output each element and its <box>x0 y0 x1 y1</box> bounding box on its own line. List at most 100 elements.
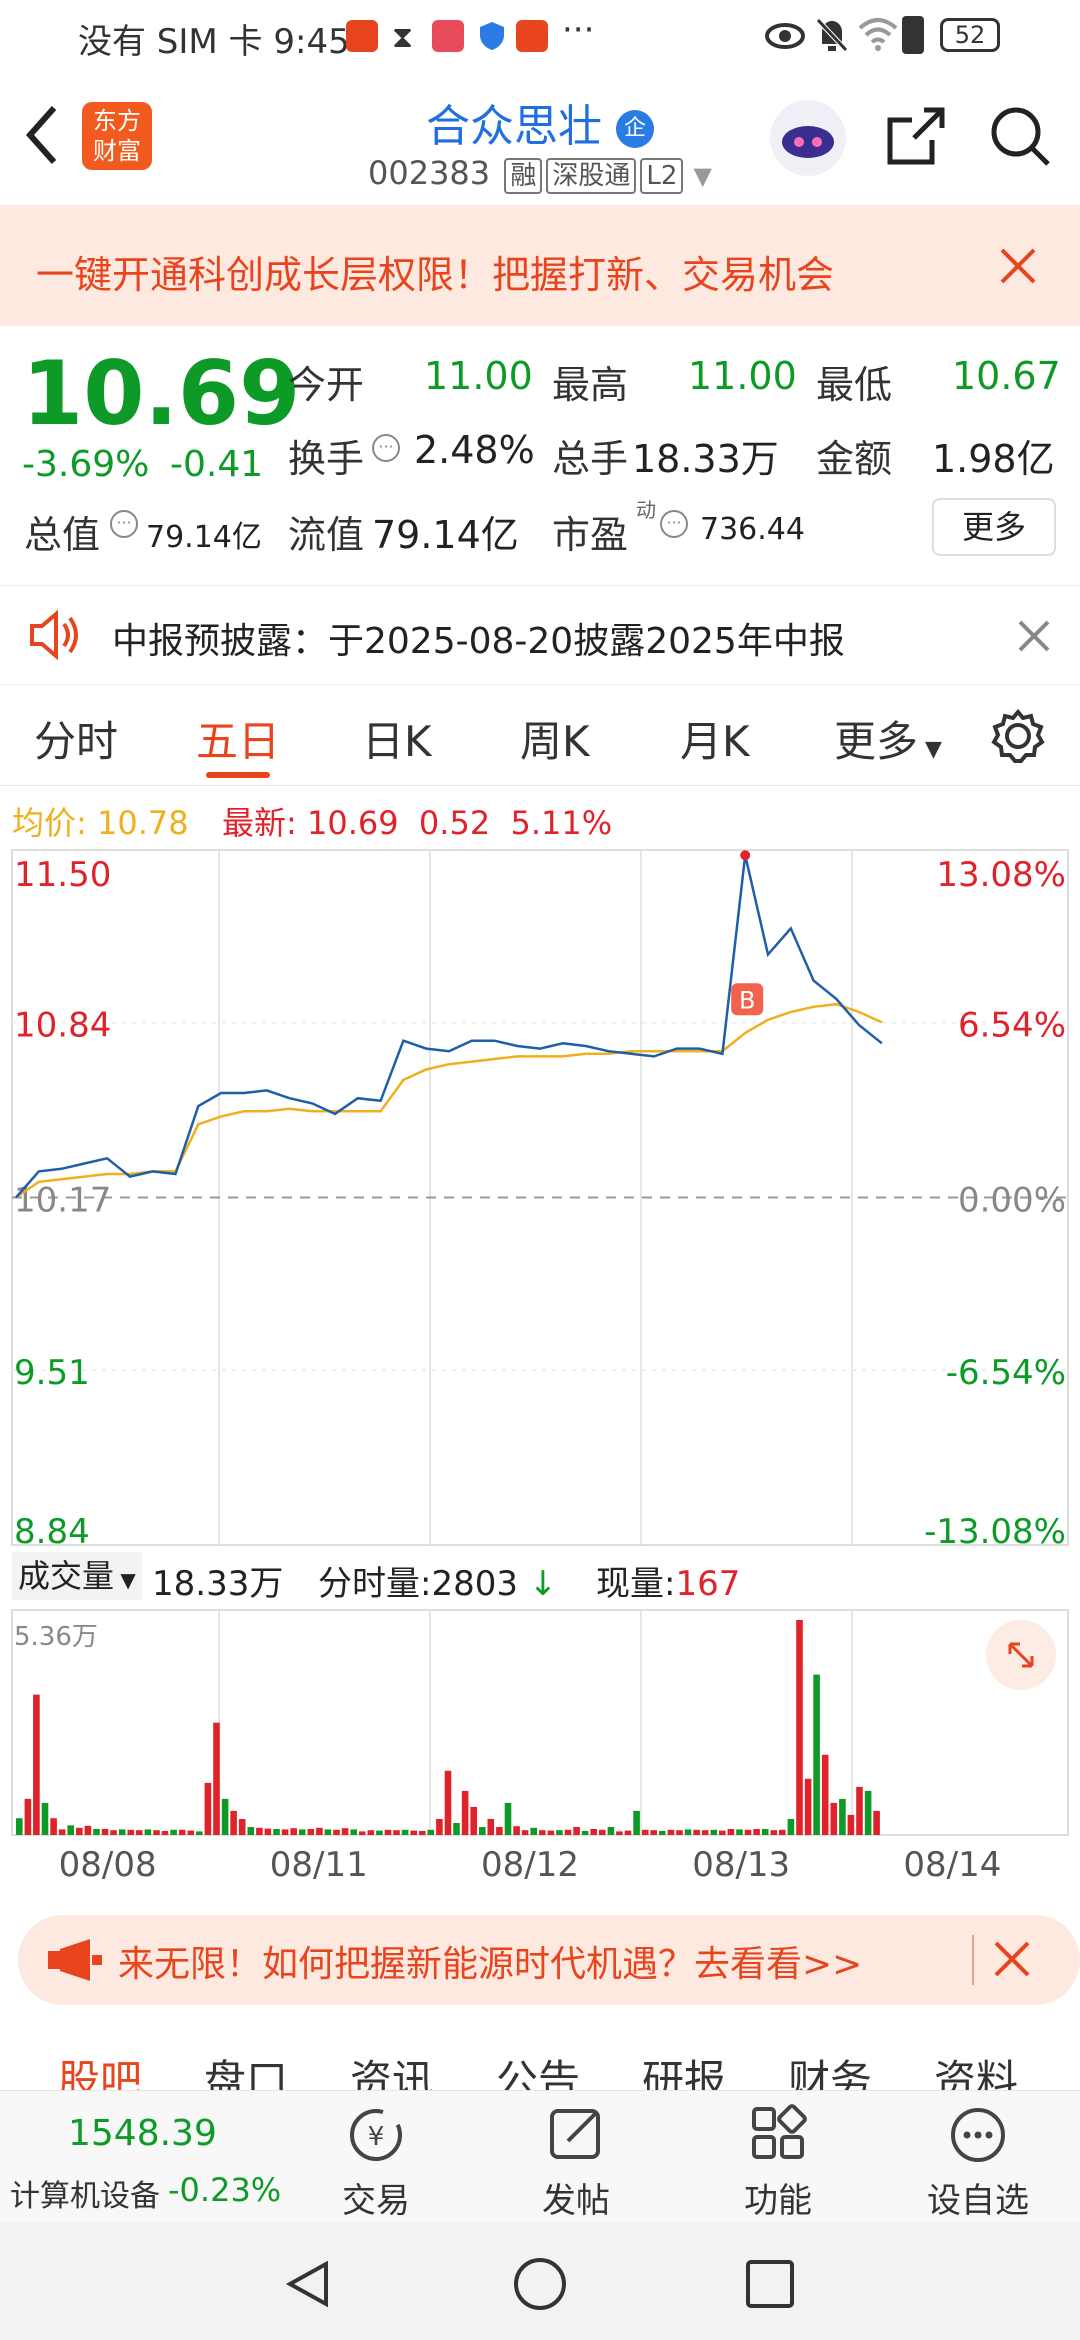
volume-bar <box>444 1770 452 1835</box>
add-watchlist-button[interactable]: 设自选 <box>908 2091 1048 2223</box>
stock-header: 东方 财富 合众思壮 企 002383 融深股通 L2 ▼ <box>0 72 1080 206</box>
amount-value: 1.98亿 <box>932 437 1055 481</box>
post-button[interactable]: 发帖 <box>506 2091 646 2223</box>
volume-bar <box>736 1829 743 1835</box>
volume-bar <box>624 1830 632 1835</box>
bottom-toolbar: 1548.39 计算机设备 -0.23% ¥ 交易 发帖 功能 设自选 <box>0 2090 1080 2222</box>
volume-bar <box>16 1818 23 1835</box>
volume-bar <box>93 1829 100 1835</box>
shield-icon <box>476 20 508 52</box>
chart-canvas[interactable]: 11.50 13.08% 10.84 6.54% 10.17 0.00% 9.51 -6.54… <box>0 790 1080 1900</box>
volume-bar <box>401 1829 409 1835</box>
market-cap-label: 总值 <box>24 513 101 557</box>
avg-price-line <box>15 1002 883 1199</box>
volume-bar <box>161 1831 169 1835</box>
five-day-chart[interactable]: 均价: 10.78 最新: 10.69 0.52 5.11% 11.50 13.0… <box>0 790 1080 1900</box>
trade-button[interactable]: ¥ 交易 <box>306 2091 446 2223</box>
battery-icon: 52 <box>940 18 1000 52</box>
volume-bar <box>830 1802 838 1835</box>
volume-bar <box>581 1831 589 1835</box>
search-icon[interactable] <box>988 104 1052 172</box>
volume-bar <box>24 1798 32 1835</box>
volume-bar <box>307 1829 315 1835</box>
connect-tag: 深股通 <box>546 158 637 194</box>
volume-bar <box>436 1819 443 1835</box>
tab-weekly-k[interactable]: 周K <box>520 708 590 769</box>
earnings-notice[interactable]: 中报预披露：于2025-08-20披露2025年中报 <box>0 585 1080 685</box>
sector-index-value: 1548.39 <box>68 2113 217 2154</box>
volume-bar <box>410 1830 417 1835</box>
volume-bar <box>178 1829 186 1835</box>
tab-daily-k[interactable]: 日K <box>362 708 432 769</box>
more-info-icon[interactable]: ··· <box>660 510 688 538</box>
volume-bar <box>753 1829 760 1835</box>
sector-index[interactable]: 1548.39 计算机设备 -0.23% <box>0 2091 290 2223</box>
nav-home-icon[interactable] <box>512 2256 568 2316</box>
more-info-icon[interactable]: ··· <box>372 434 400 462</box>
tab-intraday[interactable]: 分时 <box>34 708 118 769</box>
volume-bar <box>196 1831 203 1835</box>
close-icon[interactable] <box>1016 618 1052 658</box>
close-icon[interactable] <box>998 246 1038 290</box>
volume-bar <box>461 1790 469 1835</box>
tab-profile[interactable]: 资料 <box>934 2047 1018 2095</box>
volume-bar <box>779 1829 786 1835</box>
volume-bar <box>873 1810 880 1835</box>
volume-bar <box>667 1829 675 1835</box>
ad-text: 来无限！如何把握新能源时代机遇？去看看>> <box>118 1944 863 1985</box>
sector-change: -0.23% <box>168 2171 282 2209</box>
tab-order-book[interactable]: 盘口 <box>204 2047 288 2095</box>
volume-bar <box>376 1830 383 1835</box>
volume-bar <box>50 1818 57 1835</box>
volume-bar <box>487 1819 495 1835</box>
status-bar: 没有 SIM 卡 9:45 ⧗ ··· 52 <box>0 0 1080 72</box>
share-icon[interactable] <box>884 104 948 172</box>
close-icon[interactable] <box>992 1939 1032 1983</box>
functions-button[interactable]: 功能 <box>708 2091 848 2223</box>
promo-banner[interactable]: 一键开通科创成长层权限！把握打新、交易机会 <box>0 206 1080 326</box>
volume-bar <box>504 1802 512 1835</box>
x-axis-label: 08/08 <box>59 1845 157 1885</box>
tab-news[interactable]: 资讯 <box>350 2047 434 2095</box>
nav-recents-icon[interactable] <box>744 2258 796 2314</box>
volume-bar <box>719 1830 726 1835</box>
app-notification-icon <box>346 20 378 52</box>
robot-avatar-icon[interactable] <box>770 100 846 176</box>
more-button[interactable]: 更多 <box>932 498 1056 556</box>
more-info-icon[interactable]: ··· <box>110 510 138 538</box>
volume-bar <box>521 1830 529 1835</box>
volume-max-label: 5.36万 <box>14 1622 98 1652</box>
volume-bar <box>839 1798 846 1835</box>
tab-more[interactable]: 更多 ▼ <box>834 708 942 769</box>
volume-bar <box>547 1830 555 1835</box>
tab-monthly-k[interactable]: 月K <box>680 708 750 769</box>
indicator-selector[interactable]: 成交量 ▼ <box>12 1552 142 1600</box>
volume-bar <box>701 1830 709 1835</box>
gear-icon[interactable] <box>990 708 1046 768</box>
volume-bar <box>419 1831 426 1835</box>
ad-banner[interactable]: 来无限！如何把握新能源时代机遇？去看看>> <box>18 1915 1080 2005</box>
tab-research[interactable]: 研报 <box>642 2047 726 2095</box>
high-value: 11.00 <box>688 354 797 398</box>
volume-bar <box>470 1806 477 1835</box>
tab-financials[interactable]: 财务 <box>788 2047 872 2095</box>
volume-bar <box>496 1827 503 1835</box>
nav-back-icon[interactable] <box>282 2258 334 2314</box>
volume-bar <box>290 1828 297 1835</box>
tab-forum[interactable]: 股吧 <box>58 2047 142 2095</box>
volume-bar <box>693 1829 700 1835</box>
speaker-icon <box>26 609 82 664</box>
x-axis-label: 08/12 <box>481 1845 579 1885</box>
y-axis-left-label: 10.17 <box>14 1181 111 1221</box>
volume-bar <box>221 1798 229 1835</box>
tab-five-day[interactable]: 五日 <box>196 708 280 769</box>
market-cap-value: 79.14亿 <box>146 520 262 555</box>
volume-bar <box>856 1786 863 1835</box>
volume-panel-frame <box>11 1609 1069 1836</box>
carrier-text: 没有 SIM 卡 9:45 <box>78 22 350 62</box>
tab-announcements[interactable]: 公告 <box>496 2047 580 2095</box>
volume-bar <box>650 1830 657 1835</box>
volume-bar <box>796 1620 803 1835</box>
expand-icon[interactable] <box>986 1620 1056 1690</box>
volume-bar <box>393 1830 400 1835</box>
